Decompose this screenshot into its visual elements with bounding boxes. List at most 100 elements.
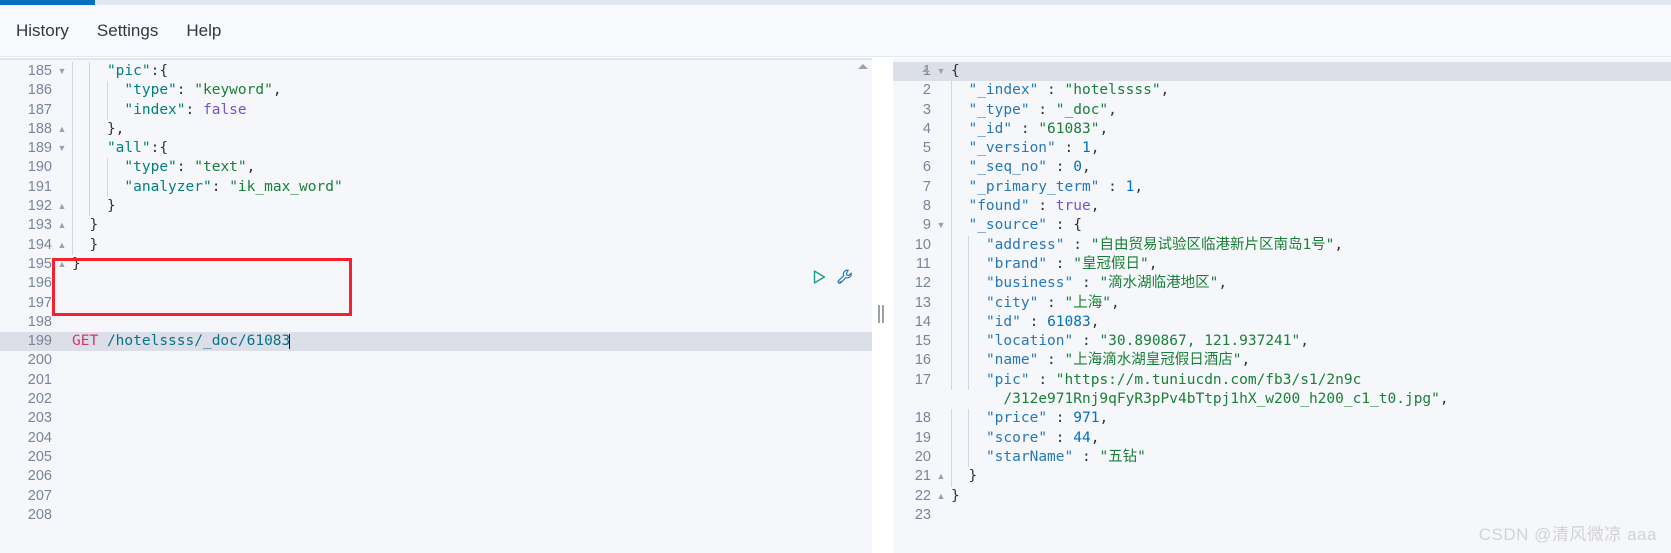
wrench-icon[interactable] (836, 268, 854, 286)
request-editor-panel[interactable]: 185 ▼ "pic":{186 "type": "keyword", 187 "i… (0, 58, 872, 553)
code-line[interactable]: 13 "city" : "上海", (893, 293, 1671, 313)
fold-close-icon[interactable]: ▲ (57, 120, 67, 139)
code-line[interactable]: 197 (0, 294, 872, 313)
gutter-separator (935, 255, 949, 274)
code-line[interactable]: 15 "location" : "30.890867, 121.937241", (893, 332, 1671, 352)
editor-scroll-up-arrow[interactable] (858, 64, 868, 69)
code-token: "_source" (968, 217, 1048, 234)
gutter-separator (56, 448, 70, 467)
fold-open-icon[interactable]: ▼ (936, 62, 946, 81)
code-line[interactable]: 204 (0, 429, 872, 448)
code-line[interactable]: 206 (0, 467, 872, 486)
code-line[interactable]: 8 "found" : true, (893, 197, 1671, 217)
code-line[interactable]: 185 ▼ "pic":{ (0, 62, 872, 82)
code-line[interactable]: 195 ▲} (0, 255, 872, 274)
menu-item-history[interactable]: History (2, 15, 83, 47)
code-token: : (1073, 448, 1100, 465)
line-number-blank (893, 390, 935, 409)
code-line[interactable]: 199 GET /hotelssss/_doc/61083 (0, 332, 872, 352)
fold-close-icon[interactable]: ▲ (57, 236, 67, 255)
code-line[interactable]: 7 "_primary_term" : 1, (893, 177, 1671, 198)
line-number: 201 (27, 371, 52, 388)
code-line[interactable]: 5 "_version" : 1, (893, 139, 1671, 159)
code-content: } (70, 197, 872, 217)
request-editor-lines[interactable]: 185 ▼ "pic":{186 "type": "keyword", 187 "i… (0, 62, 872, 525)
fold-close-icon[interactable]: ▲ (57, 197, 67, 216)
code-line[interactable]: 188 ▲ }, (0, 119, 872, 140)
code-token: "_type" (968, 101, 1030, 118)
code-line[interactable]: 198 (0, 313, 872, 332)
code-token: , (1090, 140, 1100, 157)
code-line[interactable]: 9 ▼ "_source" : { (893, 216, 1671, 236)
code-token: "brand" (985, 255, 1048, 272)
panel-resize-handle[interactable] (876, 305, 886, 323)
code-token: true (1055, 198, 1091, 215)
fold-open-icon[interactable]: ▼ (57, 62, 67, 81)
response-scroll-up-arrow[interactable] (922, 68, 930, 72)
code-line[interactable]: 193 ▲ } (0, 216, 872, 236)
response-panel[interactable]: 1 ▼{2 "_index" : "hotelssss", 3 "_type" : … (893, 58, 1671, 553)
code-line[interactable]: 202 (0, 390, 872, 409)
menu-item-help[interactable]: Help (172, 15, 235, 47)
fold-close-icon[interactable]: ▲ (936, 467, 946, 486)
code-line[interactable]: 10 "address" : "自由贸易试验区临港新片区南岛1号", (893, 235, 1671, 255)
code-line[interactable]: 200 (0, 351, 872, 370)
code-content (70, 409, 872, 428)
code-line[interactable]: 186 "type": "keyword", (0, 81, 872, 101)
code-line[interactable]: 21 ▲ } (893, 467, 1671, 487)
code-line[interactable]: 205 (0, 448, 872, 467)
code-line[interactable]: 208 (0, 506, 872, 525)
fold-open-icon[interactable]: ▼ (936, 216, 946, 235)
code-content: GET /hotelssss/_doc/61083 (70, 332, 872, 351)
code-line[interactable]: 18 "price" : 971, (893, 409, 1671, 429)
code-line[interactable]: 16 "name" : "上海滴水湖皇冠假日酒店", (893, 351, 1671, 371)
menu-item-settings[interactable]: Settings (83, 15, 172, 47)
code-line[interactable]: 17 "pic" : "https://m.tuniucdn.com/fb3/s… (893, 370, 1671, 391)
line-number: 194 ▲ (0, 236, 67, 255)
code-line[interactable]: 4 "_id" : "61083", (893, 119, 1671, 140)
request-line-actions[interactable] (810, 268, 854, 286)
code-line[interactable]: 190 "type": "text", (0, 158, 872, 178)
code-line[interactable]: 191 "analyzer": "ik_max_word" (0, 177, 872, 198)
code-line[interactable]: 192 ▲ } (0, 197, 872, 217)
fold-close-icon[interactable]: ▲ (57, 216, 67, 235)
fold-close-icon[interactable]: ▲ (936, 487, 946, 506)
code-line[interactable]: 11 "brand" : "皇冠假日", (893, 254, 1671, 275)
code-line[interactable]: 22 ▲} (893, 487, 1671, 506)
code-line[interactable]: 2 "_index" : "hotelssss", (893, 81, 1671, 101)
code-content: "address" : "自由贸易试验区临港新片区南岛1号", (949, 235, 1671, 255)
gutter-separator (56, 274, 70, 293)
code-line[interactable]: 189 ▼ "all":{ (0, 139, 872, 159)
gutter-separator (935, 120, 949, 139)
line-number: 15 (914, 333, 931, 350)
code-line[interactable]: 12 "business" : "滴水湖临港地区", (893, 274, 1671, 294)
code-line[interactable]: 6 "_seq_no" : 0, (893, 158, 1671, 178)
code-line[interactable]: 194 ▲ } (0, 235, 872, 255)
play-request-icon[interactable] (810, 268, 828, 286)
code-line[interactable]: 196 (0, 274, 872, 293)
code-line[interactable]: 201 (0, 371, 872, 390)
line-number: 206 (27, 468, 52, 485)
code-token: 61083 (1047, 313, 1091, 330)
code-line[interactable]: 187 "index": false (0, 100, 872, 120)
code-line[interactable]: 1 ▼{ (893, 62, 1671, 82)
fold-open-icon[interactable]: ▼ (57, 139, 67, 158)
code-line[interactable]: 207 (0, 487, 872, 506)
fold-close-icon[interactable]: ▲ (57, 255, 67, 274)
code-line[interactable]: 14 "id" : 61083, (893, 312, 1671, 333)
code-line[interactable]: 20 "starName" : "五钻" (893, 447, 1671, 468)
code-line[interactable]: 203 (0, 409, 872, 428)
line-number: 20 (914, 448, 931, 465)
code-line[interactable]: 19 "score" : 44, (893, 428, 1671, 448)
code-line[interactable]: 3 "_type" : "_doc", (893, 100, 1671, 120)
